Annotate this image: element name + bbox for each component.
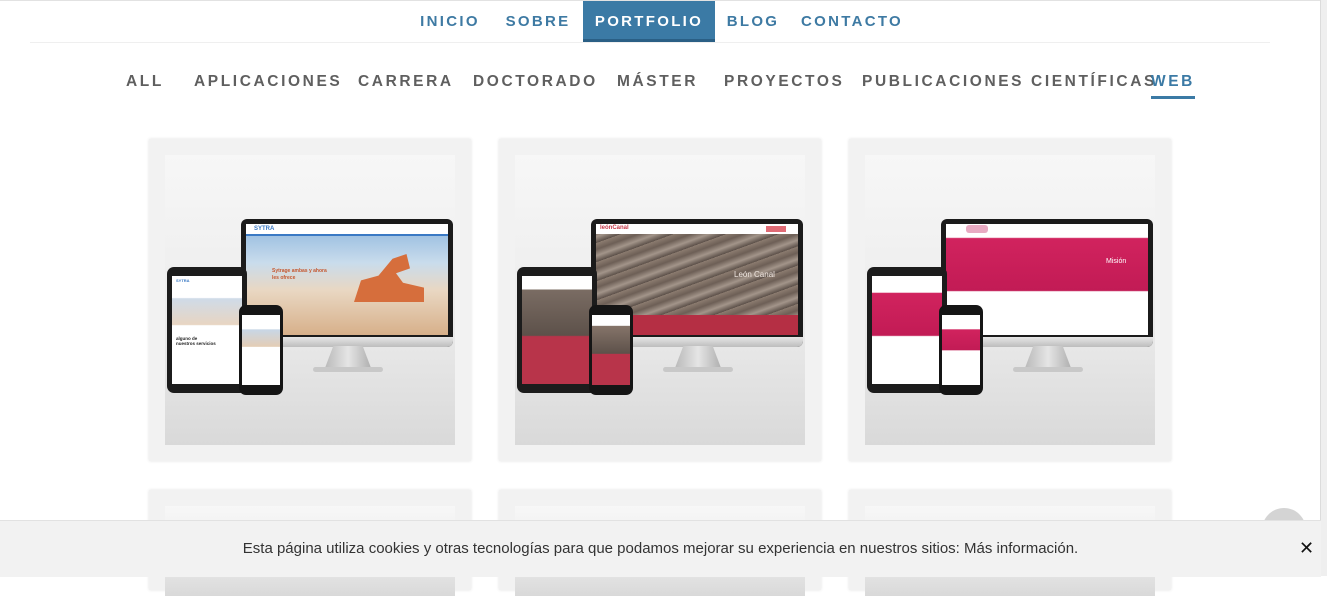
logo-mark — [966, 225, 988, 233]
portfolio-filter-bar: ALL APLICACIONES CARRERA DOCTORADO MÁSTE… — [0, 68, 1321, 100]
filter-all[interactable]: ALL — [126, 68, 164, 96]
close-icon[interactable]: ✕ — [1299, 538, 1314, 559]
portfolio-card-mision[interactable]: Misión — [849, 139, 1171, 461]
portfolio-card-leon-canal[interactable]: leónCanal León Canal — [499, 139, 821, 461]
portfolio-card-sytra[interactable]: SYTRA Sytrage ambas y ahora les ofrece S… — [149, 139, 471, 461]
window-scrollbar[interactable] — [1320, 0, 1327, 576]
portfolio-thumbnail: SYTRA Sytrage ambas y ahora les ofrece S… — [165, 155, 455, 445]
hero-headline: Sytrage ambas y ahora les ofrece — [272, 268, 327, 281]
nav-item-sobre[interactable]: SOBRE — [499, 1, 577, 42]
nav-item-inicio[interactable]: INICIO — [410, 1, 490, 42]
filter-carrera[interactable]: CARRERA — [358, 68, 454, 96]
brand-label: SYTRA — [254, 226, 275, 232]
filter-aplicaciones[interactable]: APLICACIONES — [194, 68, 342, 96]
cookie-banner: Esta página utiliza cookies y otras tecn… — [0, 520, 1321, 577]
tablet-text: alguno de nuestros servicios — [176, 336, 216, 346]
filter-web[interactable]: WEB — [1151, 68, 1195, 99]
tablet-mockup: SYTRA alguno de nuestros servicios — [167, 267, 247, 393]
nav-item-blog[interactable]: BLOG — [720, 1, 786, 42]
filter-master[interactable]: MÁSTER — [617, 68, 698, 96]
phone-mockup — [589, 305, 633, 395]
brand-label: leónCanal — [600, 225, 629, 231]
nav-divider — [30, 42, 1270, 43]
nav-item-contacto[interactable]: CONTACTO — [796, 1, 908, 42]
hero-headline: León Canal — [734, 270, 775, 279]
filter-proyectos[interactable]: PROYECTOS — [724, 68, 844, 96]
filter-doctorado[interactable]: DOCTORADO — [473, 68, 598, 96]
nav-item-portfolio[interactable]: PORTFOLIO — [583, 1, 715, 42]
excavator-image — [354, 254, 424, 302]
portfolio-thumbnail: Misión — [865, 155, 1155, 445]
main-nav: INICIO SOBRE PORTFOLIO BLOG CONTACTO — [0, 1, 1321, 42]
tablet-mockup — [867, 267, 947, 393]
cookie-message: Esta página utiliza cookies y otras tecn… — [242, 540, 1079, 557]
portfolio-thumbnail: leónCanal León Canal — [515, 155, 805, 445]
phone-mockup — [239, 305, 283, 395]
filter-publicaciones-cientificas[interactable]: PUBLICACIONES CIENTÍFICAS — [862, 68, 1157, 96]
phone-mockup — [939, 305, 983, 395]
tablet-mockup — [517, 267, 597, 393]
hero-headline: Misión — [1106, 258, 1127, 265]
